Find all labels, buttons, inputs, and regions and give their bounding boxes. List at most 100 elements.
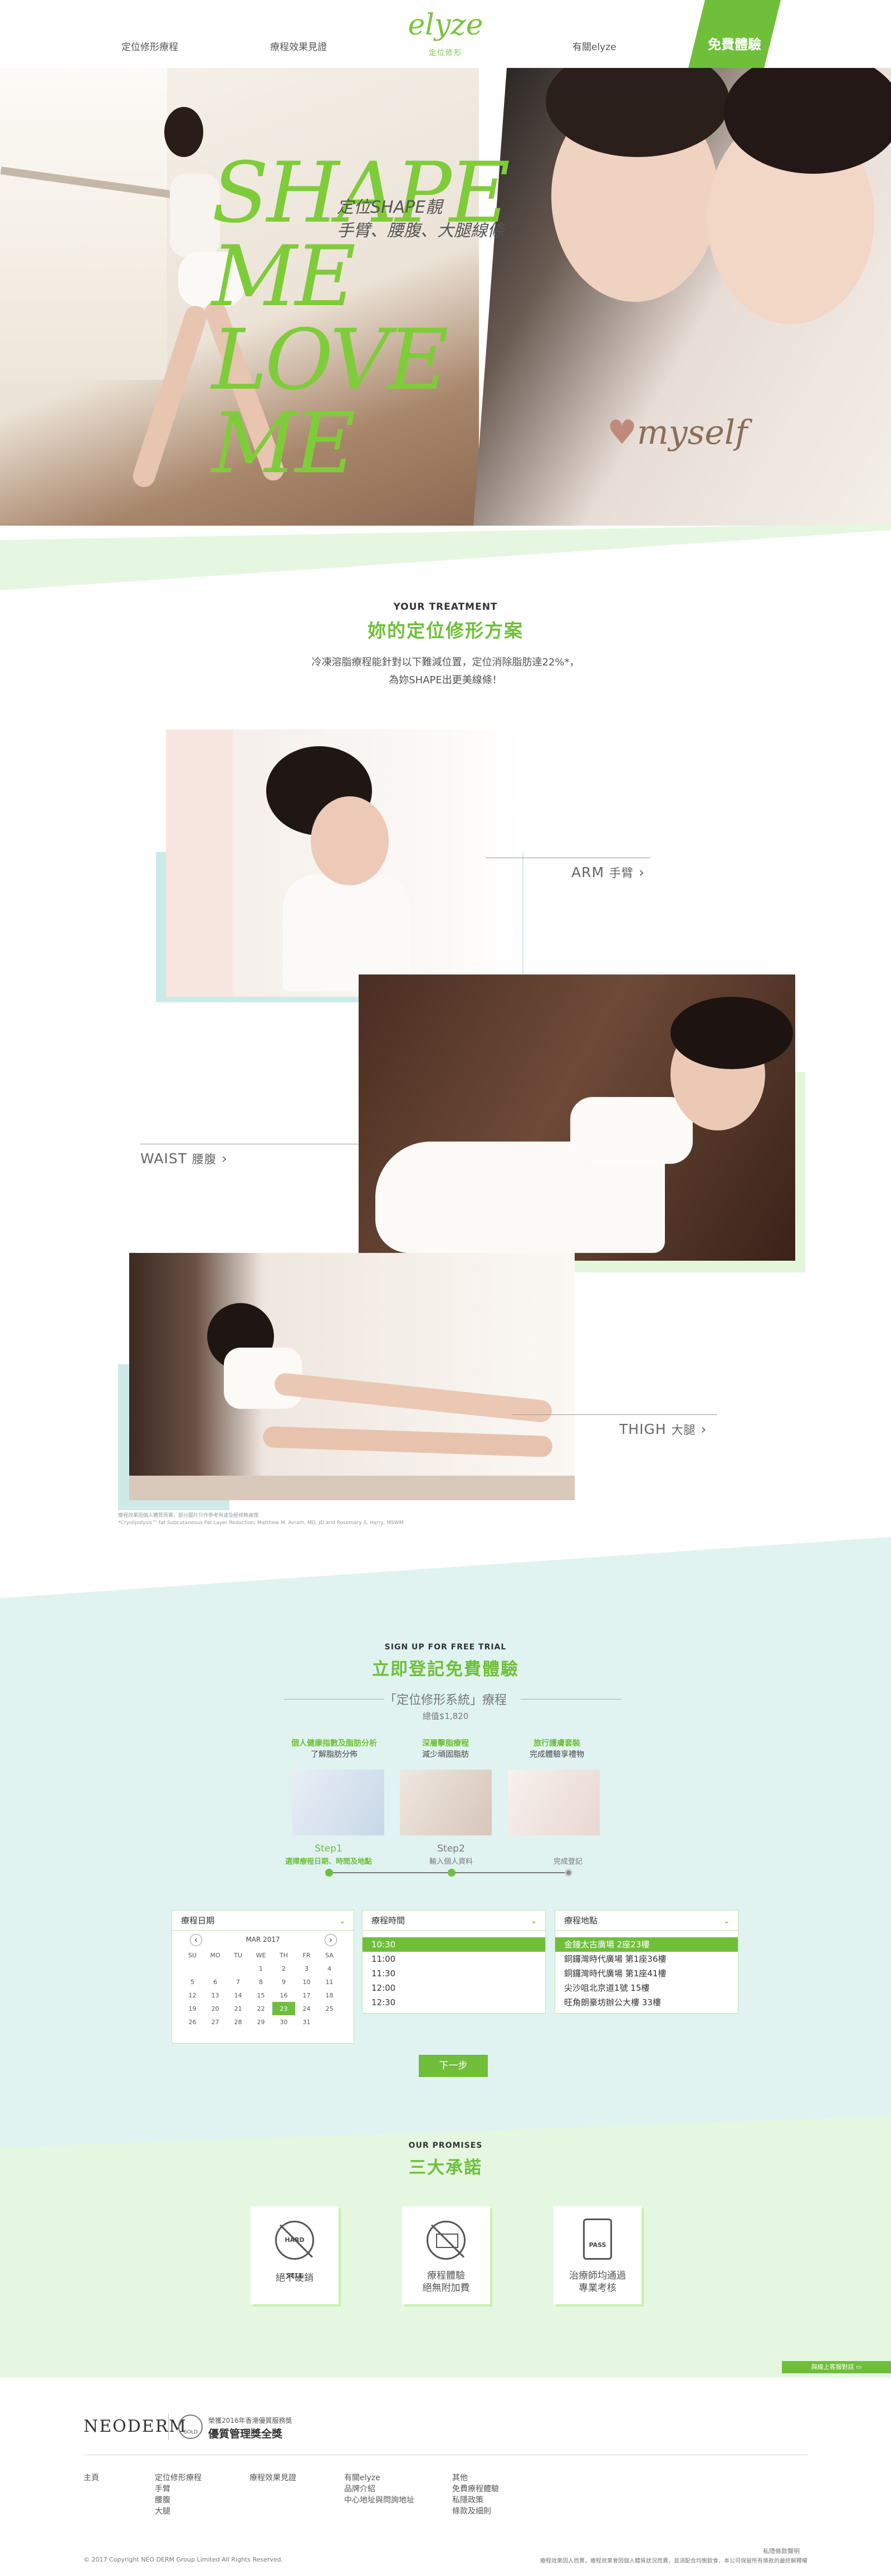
date-picker-card[interactable]: 療程日期 ⌄ ‹ MAR 2017 › SU MO TU WE TH FR SA 123456…: [172, 1910, 354, 2044]
footnote-line1: 療程效果因個人體質而異，部分圖片只作參考用途及經修飾處理: [118, 1513, 259, 1519]
calendar-day[interactable]: 7: [227, 1975, 249, 1989]
calendar-week: 19 20 21 22 23 24 25: [181, 2002, 341, 2015]
footer-link[interactable]: 腰腹: [155, 2495, 202, 2506]
time-option[interactable]: 11:30: [363, 1966, 545, 1981]
package-rule-right: [521, 1699, 621, 1700]
time-picker-card[interactable]: 療程時間 ⌄ 10:30 11:00 11:30 12:00 12:30: [362, 1910, 546, 2014]
footer-link[interactable]: 條款及細則: [452, 2506, 499, 2517]
calendar-day[interactable]: 11: [318, 1975, 341, 1989]
calendar-day[interactable]: 21: [227, 2002, 249, 2015]
calendar-day[interactable]: 23: [272, 2002, 295, 2015]
calendar-day[interactable]: 12: [181, 1989, 204, 2002]
pass-badge-icon: PASS: [583, 2219, 612, 2260]
step1-text: 選擇療程日期、時間及地點: [285, 1858, 372, 1866]
elyze-logo[interactable]: elyze 定位修形: [407, 0, 484, 68]
calendar-day[interactable]: 16: [272, 1989, 295, 2002]
calendar-day[interactable]: 30: [272, 2015, 295, 2029]
location-option[interactable]: 銅鑼灣時代廣場 第1座36樓: [555, 1952, 738, 1966]
calendar-week: 12 13 14 15 16 17 18: [181, 1989, 341, 2002]
calendar-day[interactable]: 31: [295, 2015, 318, 2029]
footer-link[interactable]: 中心地址與問詢地址: [344, 2495, 414, 2506]
time-picker-header: 療程時間 ⌄: [363, 1911, 545, 1931]
copyright-text: © 2017 Copyright NEO DERM Group Limited …: [84, 2556, 283, 2563]
footer-link[interactable]: 品牌介紹: [344, 2484, 414, 2495]
thigh-label-zh: 大腿: [671, 1423, 696, 1437]
calendar-day[interactable]: 1: [249, 1962, 272, 1975]
prev-month-icon[interactable]: ‹: [190, 1934, 202, 1946]
calendar-day[interactable]: 27: [204, 2015, 227, 2029]
treatment-desc1: 冷凍溶脂療程能針對以下難減位置，定位消除脂肪達22%*，: [311, 657, 580, 668]
chevron-down-icon: ⌄: [530, 1916, 537, 1926]
calendar-day[interactable]: 24: [295, 2002, 318, 2015]
footer-home-link[interactable]: 主頁: [84, 2472, 99, 2484]
benefit-3-title: 旅行護膚套裝: [533, 1739, 580, 1748]
calendar-day[interactable]: 22: [249, 2002, 272, 2015]
thigh-divider: [512, 1414, 717, 1415]
footer-disclaimer: 療程效果因人而異，療程效果會因個人體質狀況而異，並須配合均衡飲食，本公司保留所有…: [540, 2558, 807, 2564]
hero-script-text: myself: [637, 413, 748, 452]
next-month-icon[interactable]: ›: [325, 1934, 337, 1946]
live-chat-label: 與線上客服對話: [811, 2363, 854, 2371]
nav-about[interactable]: 有關elyze: [572, 39, 616, 53]
calendar-day[interactable]: 25: [318, 2002, 341, 2015]
benefit-2: 深層擊脂療程 減少頑固脂肪: [390, 1737, 501, 1760]
benefit-1: 個人健康指數及脂肪分析 了解脂肪分佈: [278, 1737, 390, 1760]
calendar-day[interactable]: 2: [272, 1962, 295, 1975]
calendar-day[interactable]: 4: [318, 1962, 341, 1975]
calendar-day[interactable]: 18: [318, 1989, 341, 2002]
footer-link[interactable]: 療程效果見證: [249, 2472, 296, 2484]
time-option[interactable]: 12:30: [363, 1995, 545, 2010]
location-option[interactable]: 尖沙咀北京道1號 15樓: [555, 1981, 738, 1995]
treatment-zh-title: 妳的定位修形方案: [368, 620, 523, 641]
footer-link[interactable]: 有關elyze: [344, 2472, 414, 2484]
calendar-day[interactable]: 9: [272, 1975, 295, 1989]
footer-link[interactable]: 定位修形療程: [155, 2472, 202, 2484]
calendar-day[interactable]: 29: [249, 2015, 272, 2029]
calendar-day[interactable]: 28: [227, 2015, 249, 2029]
calendar-day[interactable]: 15: [249, 1989, 272, 2002]
calendar-day[interactable]: 6: [204, 1975, 227, 1989]
footer-col-other: 其他 免費療程體驗 私隱政策 條款及細則: [452, 2472, 499, 2517]
calendar-day[interactable]: 13: [204, 1989, 227, 2002]
calendar-day[interactable]: 19: [181, 2002, 204, 2015]
footer-link[interactable]: 免費療程體驗: [452, 2484, 499, 2495]
live-chat-button[interactable]: 與線上客服對話 ▭: [782, 2361, 891, 2373]
waist-link[interactable]: WAIST 腰腹 ›: [140, 1150, 228, 1167]
calendar-day[interactable]: 14: [227, 1989, 249, 2002]
next-step-button[interactable]: 下一步: [419, 2055, 488, 2077]
privacy-link[interactable]: 私隱條款聲明: [763, 2546, 800, 2555]
free-trial-button[interactable]: 免費體驗: [688, 0, 781, 68]
calendar-week: 5 6 7 8 9 10 11: [181, 1975, 341, 1989]
hero-sub2: 手臂、腰腹、大腿線條: [337, 221, 504, 241]
time-option[interactable]: 10:30: [363, 1937, 545, 1952]
hero-headline-line3: LOVE: [212, 312, 449, 409]
calendar-day[interactable]: 3: [295, 1962, 318, 1975]
location-option[interactable]: 銅鑼灣時代廣場 第1座41樓: [555, 1966, 738, 1981]
chevron-right-icon: ›: [221, 1150, 228, 1167]
thigh-photo: [129, 1253, 575, 1500]
thigh-link[interactable]: THIGH 大腿 ›: [619, 1421, 707, 1438]
time-option[interactable]: 11:00: [363, 1952, 545, 1966]
footer-link[interactable]: 私隱政策: [452, 2495, 499, 2506]
location-picker-card[interactable]: 療程地點 ⌄ 金鐘太古廣場 2座23樓 銅鑼灣時代廣場 第1座36樓 銅鑼灣時代廣…: [555, 1910, 738, 2014]
location-option[interactable]: 旺角朗豪坊辦公大樓 33樓: [555, 1995, 738, 2010]
calendar-day[interactable]: 20: [204, 2002, 227, 2015]
calendar-day[interactable]: 5: [181, 1975, 204, 1989]
step1-label: Step1: [315, 1843, 342, 1854]
calendar-day[interactable]: 26: [181, 2015, 204, 2029]
footer-link[interactable]: 大腿: [155, 2506, 202, 2517]
arm-link[interactable]: ARM 手臂 ›: [571, 864, 645, 881]
day-header: SA: [325, 1951, 334, 1959]
calendar-day[interactable]: 8: [249, 1975, 272, 1989]
location-option[interactable]: 金鐘太古廣場 2座23樓: [555, 1937, 738, 1952]
time-option[interactable]: 12:00: [363, 1981, 545, 1995]
calendar-day[interactable]: 17: [295, 1989, 318, 2002]
promise-card-1: HARD SELL 絕不硬銷: [251, 2206, 339, 2304]
calendar-day[interactable]: 10: [295, 1975, 318, 1989]
footer-link[interactable]: 其他: [452, 2472, 499, 2484]
award-line1: 榮獲2016年香港優質服務獎: [208, 2417, 292, 2425]
footer-link[interactable]: 手臂: [155, 2484, 202, 2495]
nav-testimonials[interactable]: 療程效果見證: [270, 39, 327, 53]
benefit-3-sub: 完成體驗享禮物: [530, 1750, 584, 1759]
nav-treatment[interactable]: 定位修形療程: [121, 39, 178, 53]
